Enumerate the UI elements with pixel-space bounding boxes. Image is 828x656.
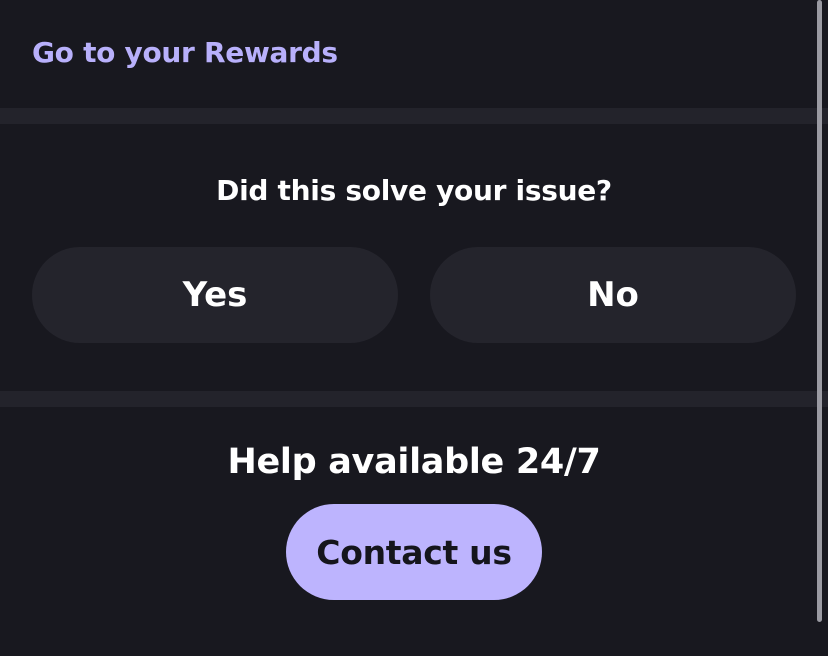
- yes-button[interactable]: Yes: [32, 247, 398, 343]
- rewards-section: Go to your Rewards: [0, 0, 828, 108]
- scrollbar-thumb[interactable]: [817, 0, 822, 622]
- go-to-rewards-link[interactable]: Go to your Rewards: [32, 36, 338, 69]
- contact-us-button[interactable]: Contact us: [286, 504, 542, 600]
- feedback-question: Did this solve your issue?: [216, 174, 612, 207]
- help-page: Go to your Rewards Did this solve your i…: [0, 0, 828, 656]
- section-divider: [0, 108, 828, 124]
- help-title: Help available 24/7: [227, 442, 601, 482]
- section-divider: [0, 391, 828, 407]
- no-button[interactable]: No: [430, 247, 796, 343]
